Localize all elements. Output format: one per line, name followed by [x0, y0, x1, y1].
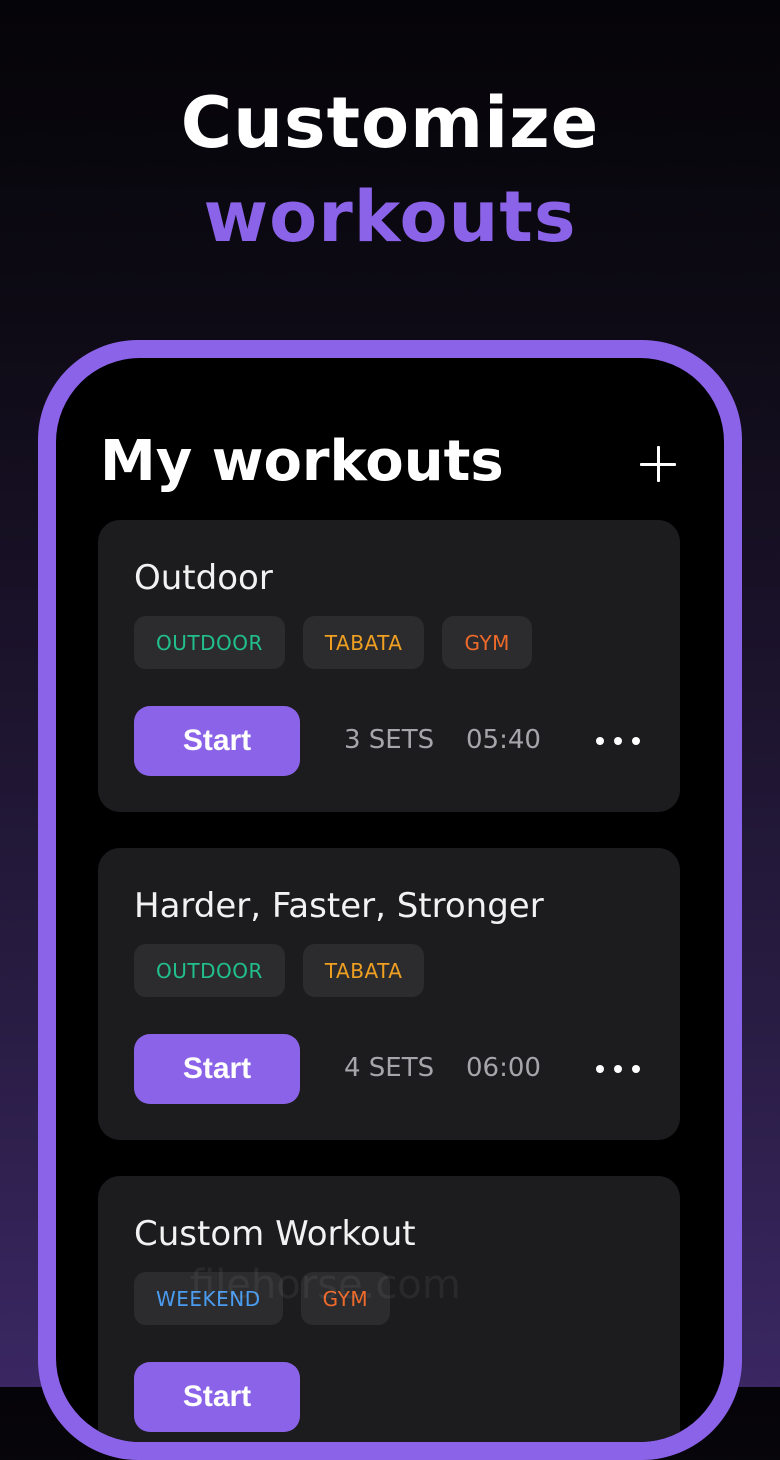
dot [632, 737, 640, 745]
tag-weekend: WEEKEND [134, 1272, 283, 1325]
workout-card-harder-faster-stronger[interactable]: Harder, Faster, Stronger OUTDOOR TABATA … [98, 848, 680, 1140]
tag-list: OUTDOOR TABATA GYM [134, 616, 532, 669]
phone-frame: My workouts Outdoor OUTDOOR TABATA GYM S… [38, 340, 742, 1460]
workout-duration: 06:00 [466, 1053, 541, 1083]
tag-gym: GYM [300, 1272, 391, 1325]
workout-title: Outdoor [134, 558, 273, 598]
dot [614, 737, 622, 745]
start-button[interactable]: Start [134, 1362, 300, 1432]
start-button[interactable]: Start [134, 1034, 300, 1104]
sets-count: 4 SETS [344, 1053, 435, 1083]
dot [632, 1065, 640, 1073]
headline-workouts: workouts [203, 176, 577, 258]
page-title: My workouts [100, 429, 504, 494]
start-button[interactable]: Start [134, 706, 300, 776]
workout-title: Custom Workout [134, 1214, 416, 1254]
dot [596, 1065, 604, 1073]
tag-outdoor: OUTDOOR [134, 944, 285, 997]
tag-outdoor: OUTDOOR [134, 616, 285, 669]
more-options-ellipsis-icon[interactable] [596, 1058, 640, 1080]
tag-list: WEEKEND GYM [134, 1272, 391, 1325]
workout-card-outdoor[interactable]: Outdoor OUTDOOR TABATA GYM Start 3 SETS … [98, 520, 680, 812]
tag-gym: GYM [442, 616, 532, 669]
phone-screen: My workouts Outdoor OUTDOOR TABATA GYM S… [56, 358, 724, 1442]
dot [596, 737, 604, 745]
add-workout-plus-icon[interactable] [638, 444, 678, 484]
tag-tabata: TABATA [302, 944, 425, 997]
tag-tabata: TABATA [302, 616, 425, 669]
dot [614, 1065, 622, 1073]
sets-count: 3 SETS [344, 725, 435, 755]
workout-card-custom[interactable]: Custom Workout WEEKEND GYM Start [98, 1176, 680, 1442]
tag-list: OUTDOOR TABATA [134, 944, 425, 997]
headline-customize: Customize [180, 82, 600, 164]
workout-title: Harder, Faster, Stronger [134, 886, 544, 926]
workout-duration: 05:40 [466, 725, 541, 755]
more-options-ellipsis-icon[interactable] [596, 730, 640, 752]
